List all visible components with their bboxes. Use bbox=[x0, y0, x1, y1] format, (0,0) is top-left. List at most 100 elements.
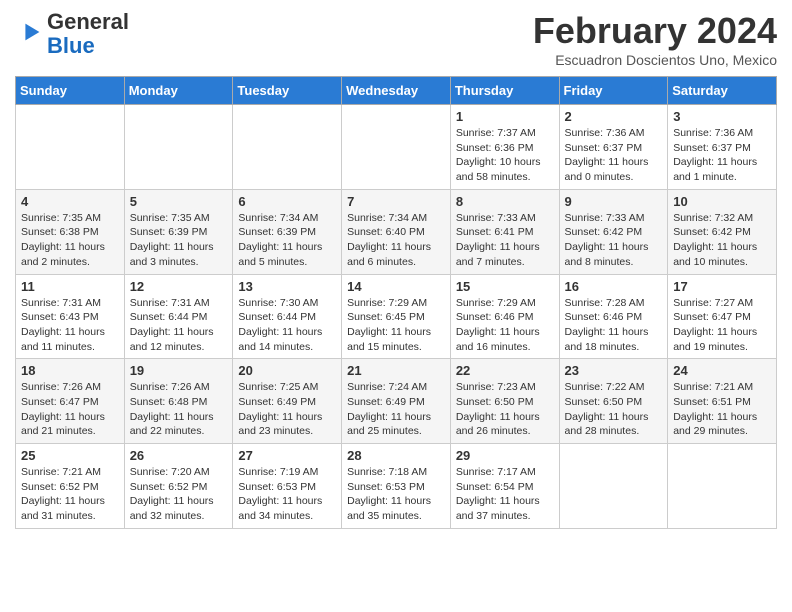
calendar-cell: 29 Sunrise: 7:17 AMSunset: 6:54 PMDayligh… bbox=[450, 444, 559, 529]
calendar-cell: 12Sunrise: 7:31 AMSunset: 6:44 PMDayligh… bbox=[124, 274, 233, 359]
day-number: 2 bbox=[565, 109, 663, 124]
day-number: 26 bbox=[130, 448, 228, 463]
calendar-week-row: 25 Sunrise: 7:21 AMSunset: 6:52 PMDayligh… bbox=[16, 444, 777, 529]
day-info: Sunrise: 7:23 AMSunset: 6:50 PMDaylight:… bbox=[456, 380, 554, 439]
day-number: 16 bbox=[565, 279, 663, 294]
calendar-cell: 11 Sunrise: 7:31 AMSunset: 6:43 PMDayligh… bbox=[16, 274, 125, 359]
day-info: Sunrise: 7:17 AMSunset: 6:54 PMDaylight:… bbox=[456, 465, 554, 524]
day-number: 8 bbox=[456, 194, 554, 209]
day-number: 5 bbox=[130, 194, 228, 209]
calendar-cell: 18 Sunrise: 7:26 AMSunset: 6:47 PMDayligh… bbox=[16, 359, 125, 444]
calendar-day-header: Sunday bbox=[16, 77, 125, 105]
calendar-cell: 28 Sunrise: 7:18 AMSunset: 6:53 PMDayligh… bbox=[342, 444, 451, 529]
calendar-cell: 19Sunrise: 7:26 AMSunset: 6:48 PMDayligh… bbox=[124, 359, 233, 444]
day-number: 14 bbox=[347, 279, 445, 294]
calendar-cell: 1 Sunrise: 7:37 AMSunset: 6:36 PMDaylight… bbox=[450, 105, 559, 190]
day-info: Sunrise: 7:33 AMSunset: 6:41 PMDaylight:… bbox=[456, 211, 554, 270]
day-number: 20 bbox=[238, 363, 336, 378]
calendar-cell bbox=[342, 105, 451, 190]
day-info: Sunrise: 7:34 AMSunset: 6:39 PMDaylight:… bbox=[238, 211, 336, 270]
calendar-cell: 8 Sunrise: 7:33 AMSunset: 6:41 PMDaylight… bbox=[450, 189, 559, 274]
day-info: Sunrise: 7:28 AMSunset: 6:46 PMDaylight:… bbox=[565, 296, 663, 355]
logo-line2: Blue bbox=[47, 33, 95, 58]
calendar-cell: 6Sunrise: 7:34 AMSunset: 6:39 PMDaylight… bbox=[233, 189, 342, 274]
calendar-cell bbox=[233, 105, 342, 190]
calendar-body: 1 Sunrise: 7:37 AMSunset: 6:36 PMDaylight… bbox=[16, 105, 777, 529]
calendar-subtitle: Escuadron Doscientos Uno, Mexico bbox=[533, 52, 777, 68]
day-info: Sunrise: 7:32 AMSunset: 6:42 PMDaylight:… bbox=[673, 211, 771, 270]
day-info: Sunrise: 7:21 AMSunset: 6:52 PMDaylight:… bbox=[21, 465, 119, 524]
title-block: February 2024 Escuadron Doscientos Uno, … bbox=[533, 10, 777, 68]
calendar-cell: 5 Sunrise: 7:35 AMSunset: 6:39 PMDaylight… bbox=[124, 189, 233, 274]
calendar-cell: 16 Sunrise: 7:28 AMSunset: 6:46 PMDayligh… bbox=[559, 274, 668, 359]
calendar-cell: 24 Sunrise: 7:21 AMSunset: 6:51 PMDayligh… bbox=[668, 359, 777, 444]
day-number: 21 bbox=[347, 363, 445, 378]
day-info: Sunrise: 7:26 AMSunset: 6:48 PMDaylight:… bbox=[130, 380, 228, 439]
day-info: Sunrise: 7:34 AMSunset: 6:40 PMDaylight:… bbox=[347, 211, 445, 270]
day-number: 7 bbox=[347, 194, 445, 209]
day-number: 9 bbox=[565, 194, 663, 209]
calendar-cell: 23 Sunrise: 7:22 AMSunset: 6:50 PMDayligh… bbox=[559, 359, 668, 444]
day-number: 22 bbox=[456, 363, 554, 378]
day-info: Sunrise: 7:35 AMSunset: 6:39 PMDaylight:… bbox=[130, 211, 228, 270]
calendar-cell: 17Sunrise: 7:27 AMSunset: 6:47 PMDayligh… bbox=[668, 274, 777, 359]
calendar-cell bbox=[16, 105, 125, 190]
calendar-day-header: Wednesday bbox=[342, 77, 451, 105]
calendar-cell: 13 Sunrise: 7:30 AMSunset: 6:44 PMDayligh… bbox=[233, 274, 342, 359]
calendar-cell: 10 Sunrise: 7:32 AMSunset: 6:42 PMDayligh… bbox=[668, 189, 777, 274]
day-info: Sunrise: 7:37 AMSunset: 6:36 PMDaylight:… bbox=[456, 126, 554, 185]
day-number: 3 bbox=[673, 109, 771, 124]
logo-line1: General bbox=[47, 9, 129, 34]
day-info: Sunrise: 7:19 AMSunset: 6:53 PMDaylight:… bbox=[238, 465, 336, 524]
calendar-week-row: 1 Sunrise: 7:37 AMSunset: 6:36 PMDaylight… bbox=[16, 105, 777, 190]
logo-icon bbox=[17, 18, 45, 46]
day-number: 24 bbox=[673, 363, 771, 378]
calendar-cell: 27 Sunrise: 7:19 AMSunset: 6:53 PMDayligh… bbox=[233, 444, 342, 529]
day-number: 27 bbox=[238, 448, 336, 463]
calendar-cell: 22 Sunrise: 7:23 AMSunset: 6:50 PMDayligh… bbox=[450, 359, 559, 444]
day-number: 25 bbox=[21, 448, 119, 463]
day-number: 29 bbox=[456, 448, 554, 463]
calendar-week-row: 18 Sunrise: 7:26 AMSunset: 6:47 PMDayligh… bbox=[16, 359, 777, 444]
day-info: Sunrise: 7:30 AMSunset: 6:44 PMDaylight:… bbox=[238, 296, 336, 355]
calendar-page: General Blue February 2024 Escuadron Dos… bbox=[0, 0, 792, 539]
day-info: Sunrise: 7:33 AMSunset: 6:42 PMDaylight:… bbox=[565, 211, 663, 270]
day-number: 1 bbox=[456, 109, 554, 124]
month-title: February 2024 bbox=[533, 10, 777, 52]
day-info: Sunrise: 7:31 AMSunset: 6:43 PMDaylight:… bbox=[21, 296, 119, 355]
calendar-cell bbox=[668, 444, 777, 529]
calendar-week-row: 4 Sunrise: 7:35 AMSunset: 6:38 PMDaylight… bbox=[16, 189, 777, 274]
day-info: Sunrise: 7:35 AMSunset: 6:38 PMDaylight:… bbox=[21, 211, 119, 270]
day-number: 28 bbox=[347, 448, 445, 463]
day-info: Sunrise: 7:31 AMSunset: 6:44 PMDaylight:… bbox=[130, 296, 228, 355]
day-info: Sunrise: 7:18 AMSunset: 6:53 PMDaylight:… bbox=[347, 465, 445, 524]
calendar-cell: 7 Sunrise: 7:34 AMSunset: 6:40 PMDaylight… bbox=[342, 189, 451, 274]
day-number: 18 bbox=[21, 363, 119, 378]
day-info: Sunrise: 7:29 AMSunset: 6:46 PMDaylight:… bbox=[456, 296, 554, 355]
day-number: 4 bbox=[21, 194, 119, 209]
calendar-cell: 2 Sunrise: 7:36 AMSunset: 6:37 PMDaylight… bbox=[559, 105, 668, 190]
page-header: General Blue February 2024 Escuadron Dos… bbox=[15, 10, 777, 68]
calendar-week-row: 11 Sunrise: 7:31 AMSunset: 6:43 PMDayligh… bbox=[16, 274, 777, 359]
day-number: 13 bbox=[238, 279, 336, 294]
calendar-cell: 21Sunrise: 7:24 AMSunset: 6:49 PMDayligh… bbox=[342, 359, 451, 444]
calendar-cell bbox=[559, 444, 668, 529]
calendar-cell: 4 Sunrise: 7:35 AMSunset: 6:38 PMDaylight… bbox=[16, 189, 125, 274]
day-info: Sunrise: 7:22 AMSunset: 6:50 PMDaylight:… bbox=[565, 380, 663, 439]
day-number: 23 bbox=[565, 363, 663, 378]
calendar-cell: 3Sunrise: 7:36 AMSunset: 6:37 PMDaylight… bbox=[668, 105, 777, 190]
calendar-cell: 20Sunrise: 7:25 AMSunset: 6:49 PMDayligh… bbox=[233, 359, 342, 444]
day-number: 11 bbox=[21, 279, 119, 294]
day-info: Sunrise: 7:20 AMSunset: 6:52 PMDaylight:… bbox=[130, 465, 228, 524]
calendar-day-header: Monday bbox=[124, 77, 233, 105]
day-info: Sunrise: 7:36 AMSunset: 6:37 PMDaylight:… bbox=[565, 126, 663, 185]
day-info: Sunrise: 7:27 AMSunset: 6:47 PMDaylight:… bbox=[673, 296, 771, 355]
day-number: 10 bbox=[673, 194, 771, 209]
calendar-day-header: Saturday bbox=[668, 77, 777, 105]
logo: General Blue bbox=[15, 10, 129, 58]
day-info: Sunrise: 7:21 AMSunset: 6:51 PMDaylight:… bbox=[673, 380, 771, 439]
logo-text: General Blue bbox=[47, 10, 129, 58]
day-info: Sunrise: 7:26 AMSunset: 6:47 PMDaylight:… bbox=[21, 380, 119, 439]
calendar-cell: 9 Sunrise: 7:33 AMSunset: 6:42 PMDaylight… bbox=[559, 189, 668, 274]
calendar-cell: 14Sunrise: 7:29 AMSunset: 6:45 PMDayligh… bbox=[342, 274, 451, 359]
